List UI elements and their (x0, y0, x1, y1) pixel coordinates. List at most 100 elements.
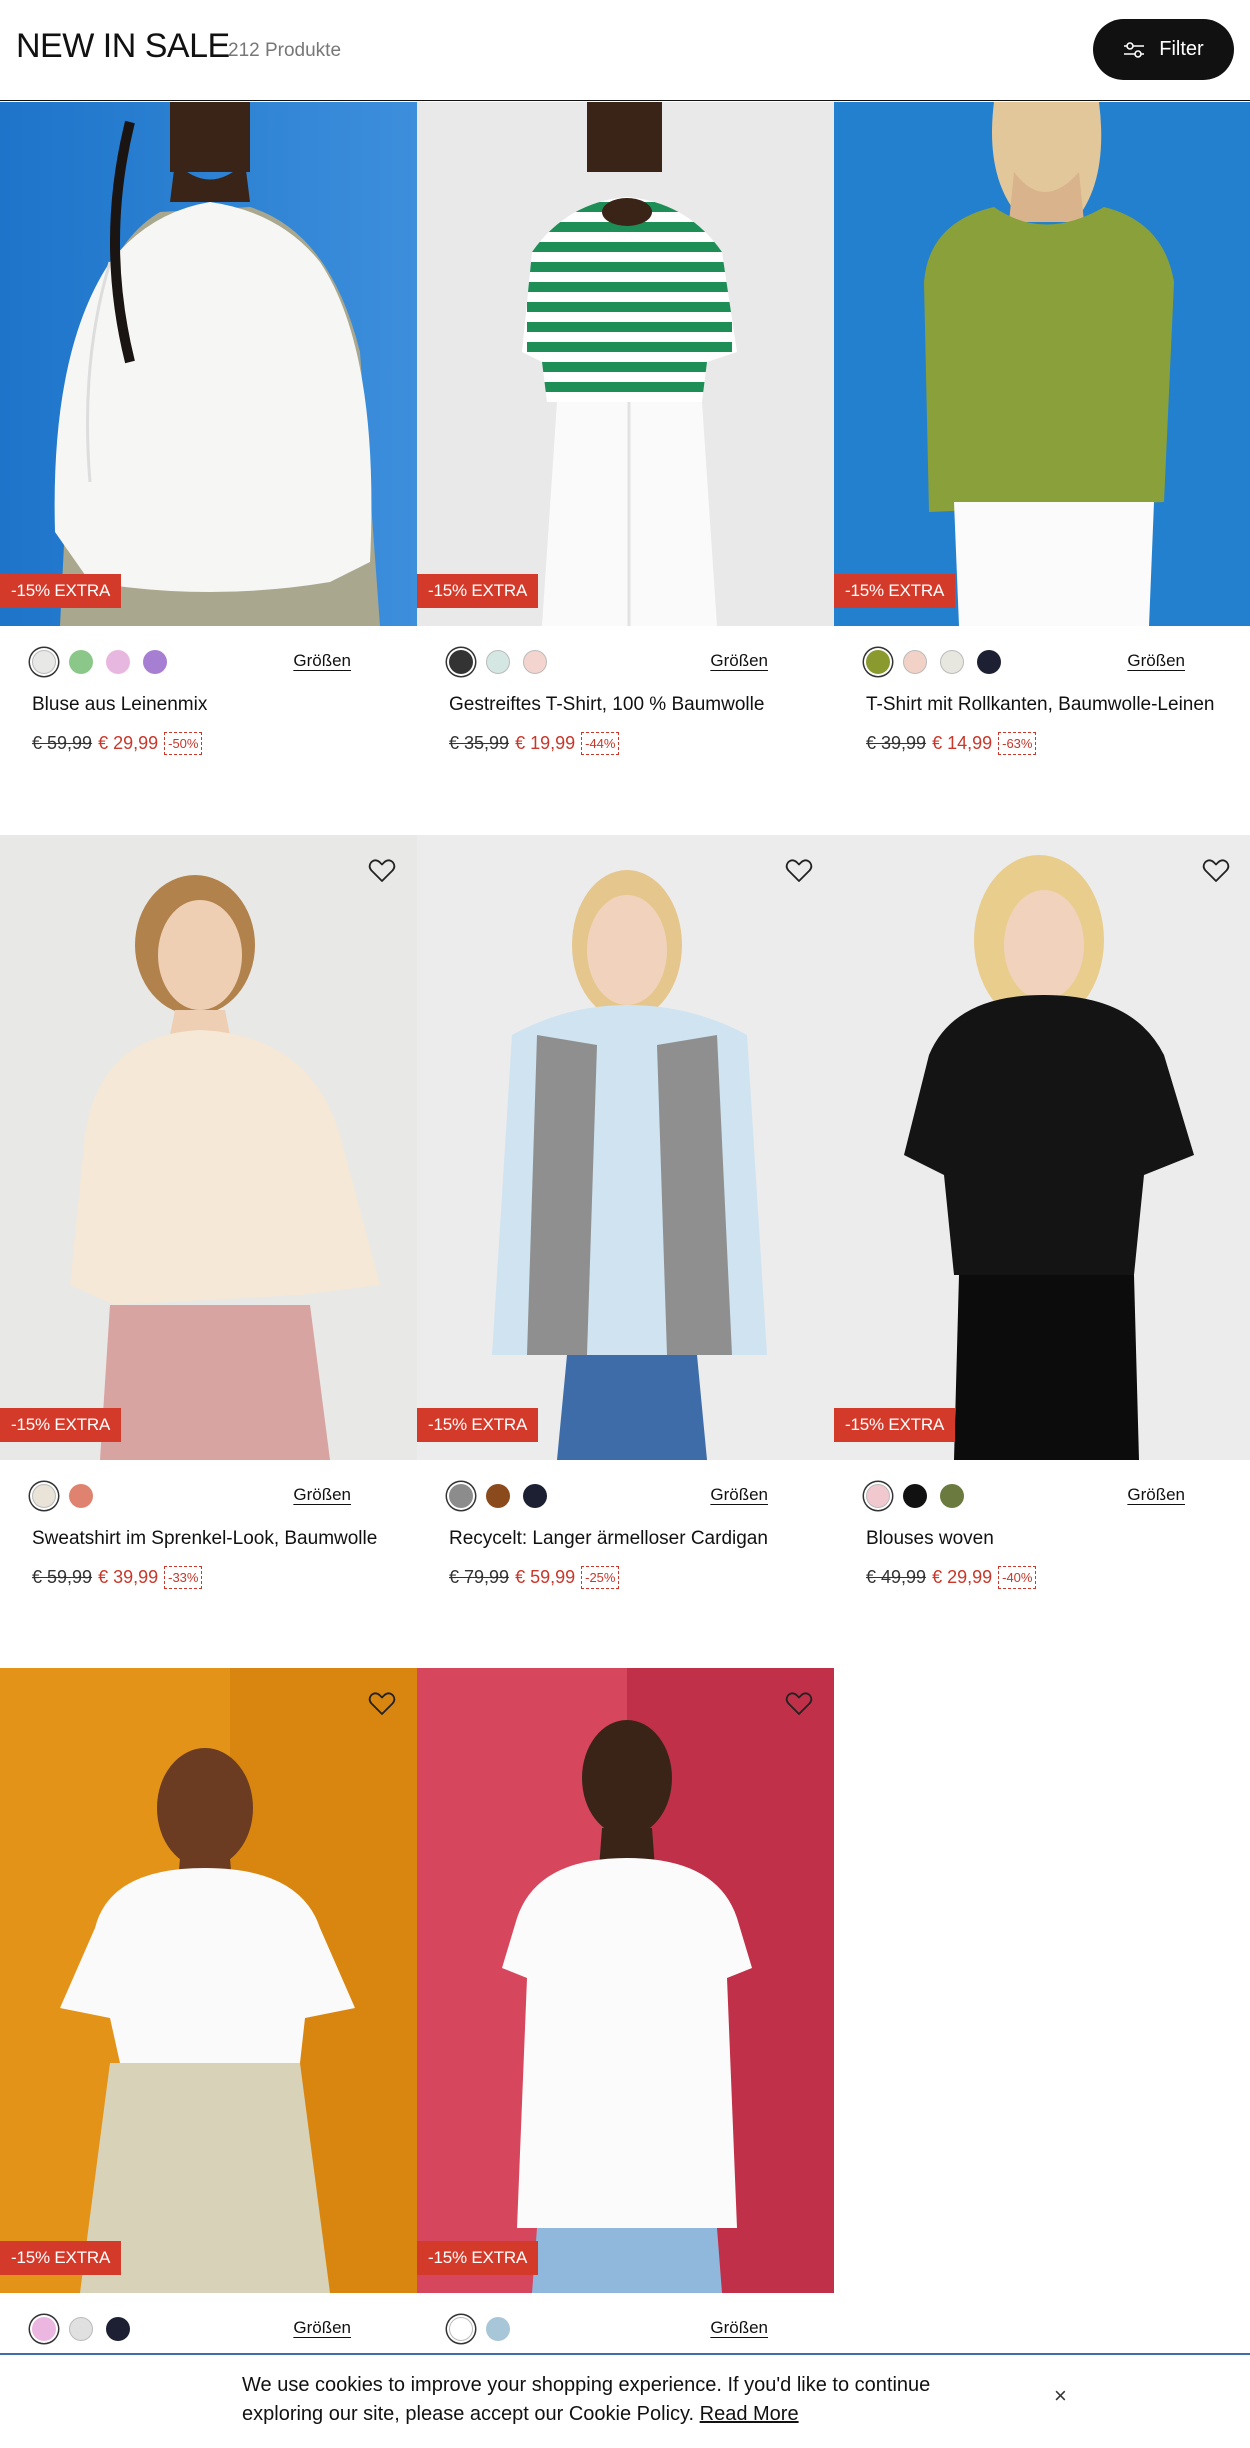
color-swatch[interactable] (523, 1484, 547, 1508)
extra-discount-badge: -15% EXTRA (0, 574, 122, 608)
product-image[interactable]: -15% EXTRA (0, 1668, 417, 2293)
product-image[interactable]: -15% EXTRA (417, 835, 834, 1460)
product-info: Größen Blouses woven € 49,99 € 29,99 -40… (834, 1460, 1250, 1620)
product-card[interactable]: -15% EXTRA Größen Bluse aus Leinenmix € … (0, 102, 417, 786)
color-swatches (866, 1484, 964, 1508)
filter-button[interactable]: Filter (1093, 19, 1234, 80)
product-info: Größen Gestreiftes T-Shirt, 100 % Baumwo… (417, 626, 834, 786)
color-swatch[interactable] (106, 650, 130, 674)
product-image[interactable]: -15% EXTRA (0, 835, 417, 1460)
product-image[interactable]: -15% EXTRA (0, 102, 417, 626)
extra-discount-badge: -15% EXTRA (834, 574, 956, 608)
price-row: € 39,99 € 14,99 -63% (866, 732, 1037, 755)
color-swatch[interactable] (32, 2317, 56, 2341)
product-card[interactable]: -15% EXTRA Größen (417, 1668, 834, 2448)
product-info: Größen Recycelt: Langer ärmelloser Cardi… (417, 1460, 834, 1620)
product-card[interactable]: -15% EXTRA Größen Sweatshirt im Sprenkel… (0, 835, 417, 1620)
extra-discount-badge: -15% EXTRA (417, 1408, 539, 1442)
color-swatch[interactable] (977, 650, 1001, 674)
color-swatch[interactable] (903, 650, 927, 674)
product-name[interactable]: Blouses woven (866, 1528, 1226, 1550)
extra-discount-badge: -15% EXTRA (0, 1408, 122, 1442)
original-price: € 39,99 (866, 733, 927, 753)
product-name[interactable]: Bluse aus Leinenmix (32, 694, 392, 716)
close-icon[interactable]: × (1054, 2383, 1067, 2409)
product-image[interactable]: -15% EXTRA (834, 835, 1250, 1460)
color-swatch[interactable] (32, 650, 56, 674)
sizes-link[interactable]: Größen (293, 2318, 351, 2338)
product-card[interactable]: -15% EXTRA Größen Gestreiftes T-Shirt, 1… (417, 102, 834, 786)
color-swatches (32, 650, 167, 674)
sale-price: € 29,99 (98, 733, 159, 753)
read-more-link[interactable]: Read More (700, 2403, 799, 2425)
product-photo (834, 102, 1250, 626)
color-swatch[interactable] (486, 1484, 510, 1508)
cookie-banner: We use cookies to improve your shopping … (0, 2353, 1250, 2448)
heart-icon[interactable] (784, 1688, 814, 1718)
product-name[interactable]: T-Shirt mit Rollkanten, Baumwolle-Leinen (866, 694, 1226, 716)
color-swatch[interactable] (486, 2317, 510, 2341)
product-image[interactable]: -15% EXTRA (834, 102, 1250, 626)
color-swatch[interactable] (32, 1484, 56, 1508)
original-price: € 79,99 (449, 1567, 510, 1587)
color-swatch[interactable] (523, 650, 547, 674)
color-swatches (866, 650, 1001, 674)
color-swatch[interactable] (903, 1484, 927, 1508)
color-swatch[interactable] (486, 650, 510, 674)
product-name[interactable]: Recycelt: Langer ärmelloser Cardigan (449, 1528, 809, 1550)
product-name[interactable]: Gestreiftes T-Shirt, 100 % Baumwolle (449, 694, 809, 716)
sale-price: € 14,99 (932, 733, 993, 753)
price-row: € 59,99 € 39,99 -33% (32, 1566, 203, 1589)
color-swatch[interactable] (143, 650, 167, 674)
product-card[interactable]: -15% EXTRA Größen T-Shirt mit Rollkanten… (834, 102, 1250, 786)
sale-price: € 39,99 (98, 1567, 159, 1587)
color-swatch[interactable] (69, 650, 93, 674)
product-photo (0, 102, 417, 626)
sizes-link[interactable]: Größen (293, 1485, 351, 1505)
heart-icon[interactable] (1201, 855, 1231, 885)
product-card[interactable]: -15% EXTRA Größen Recycelt: Langer ärmel… (417, 835, 834, 1620)
sizes-link[interactable]: Größen (293, 651, 351, 671)
color-swatch[interactable] (69, 1484, 93, 1508)
color-swatch[interactable] (106, 2317, 130, 2341)
color-swatch[interactable] (940, 1484, 964, 1508)
original-price: € 49,99 (866, 1567, 927, 1587)
product-photo (0, 835, 417, 1460)
extra-discount-badge: -15% EXTRA (417, 574, 539, 608)
color-swatches (32, 2317, 130, 2341)
product-info: Größen T-Shirt mit Rollkanten, Baumwolle… (834, 626, 1250, 786)
sale-price: € 29,99 (932, 1567, 993, 1587)
heart-icon[interactable] (367, 1688, 397, 1718)
product-image[interactable]: -15% EXTRA (417, 102, 834, 626)
discount-badge: -25% (581, 1566, 620, 1589)
sale-price: € 19,99 (515, 733, 576, 753)
color-swatch[interactable] (866, 1484, 890, 1508)
heart-icon[interactable] (367, 855, 397, 885)
product-card[interactable]: -15% EXTRA Größen Blouses woven € 49,99 … (834, 835, 1250, 1620)
product-name[interactable]: Sweatshirt im Sprenkel-Look, Baumwolle (32, 1528, 392, 1550)
price-row: € 35,99 € 19,99 -44% (449, 732, 620, 755)
product-card[interactable]: -15% EXTRA Größen (0, 1668, 417, 2448)
heart-icon[interactable] (784, 855, 814, 885)
sizes-link[interactable]: Größen (710, 2318, 768, 2338)
price-row: € 79,99 € 59,99 -25% (449, 1566, 620, 1589)
color-swatches (32, 1484, 93, 1508)
product-image[interactable]: -15% EXTRA (417, 1668, 834, 2293)
color-swatch[interactable] (69, 2317, 93, 2341)
cookie-message: We use cookies to improve your shopping … (242, 2374, 931, 2425)
sizes-link[interactable]: Größen (1127, 651, 1185, 671)
product-info: Größen Sweatshirt im Sprenkel-Look, Baum… (0, 1460, 417, 1620)
color-swatch[interactable] (866, 650, 890, 674)
extra-discount-badge: -15% EXTRA (417, 2241, 539, 2275)
page-header: NEW IN SALE 212 Produkte Filter (0, 0, 1250, 101)
color-swatch[interactable] (449, 2317, 473, 2341)
color-swatch[interactable] (449, 650, 473, 674)
color-swatch[interactable] (449, 1484, 473, 1508)
color-swatches (449, 650, 547, 674)
sizes-link[interactable]: Größen (710, 651, 768, 671)
sizes-link[interactable]: Größen (710, 1485, 768, 1505)
sizes-link[interactable]: Größen (1127, 1485, 1185, 1505)
color-swatch[interactable] (940, 650, 964, 674)
color-swatches (449, 2317, 510, 2341)
discount-badge: -50% (164, 732, 203, 755)
